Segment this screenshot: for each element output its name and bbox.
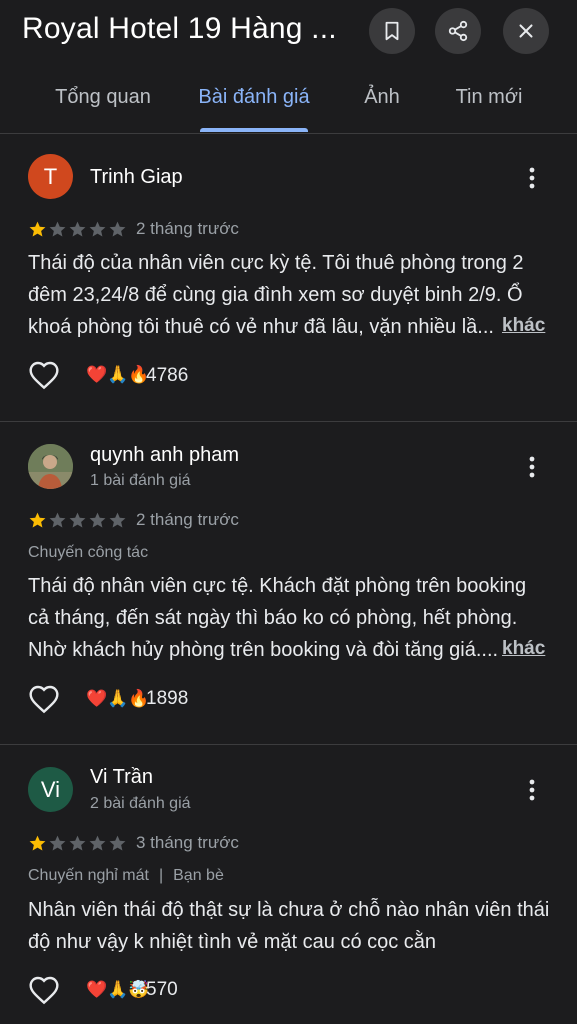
close-button[interactable] (503, 8, 549, 54)
star-empty-icon (109, 835, 126, 851)
tab-reviews[interactable]: Bài đánh giá (198, 86, 309, 109)
star-empty-icon (109, 512, 126, 528)
active-tab-indicator (200, 128, 308, 132)
trip-info: Chuyến nghỉ mát | Bạn bè (28, 867, 224, 885)
share-icon (448, 20, 468, 42)
bookmark-icon (385, 21, 399, 41)
reaction-count: 1898 (146, 688, 189, 709)
avatar[interactable] (28, 444, 73, 489)
star-empty-icon (69, 835, 86, 851)
reaction-emojis[interactable]: ❤️🙏🔥 (86, 689, 150, 709)
review-text-line: khoá phòng tôi thuê có vẻ như đã lâu, vặ… (28, 316, 494, 338)
star-filled-icon (29, 221, 46, 237)
trip-type: Chuyến nghỉ mát (28, 867, 149, 884)
more-link[interactable]: khác (502, 315, 545, 337)
separator: | (158, 867, 164, 884)
like-button[interactable] (28, 360, 60, 390)
like-button[interactable] (28, 975, 60, 1005)
star-empty-icon (49, 835, 66, 851)
star-empty-icon (69, 512, 86, 528)
star-empty-icon (109, 221, 126, 237)
star-empty-icon (89, 512, 106, 528)
star-rating (28, 511, 127, 531)
reviewer-name[interactable]: quynh anh pham (90, 444, 239, 467)
heart-icon (29, 976, 59, 1005)
close-icon (519, 24, 533, 38)
more-options-button[interactable] (520, 452, 544, 482)
share-button[interactable] (435, 8, 481, 54)
reviewer-review-count: 2 bài đánh giá (90, 795, 191, 812)
tab-photos[interactable]: Ảnh (364, 86, 400, 109)
save-button[interactable] (369, 8, 415, 54)
like-button[interactable] (28, 684, 60, 714)
tab-bar: Tổng quan Bài đánh giá Ảnh Tin mới (0, 64, 577, 134)
review-text-line: cả tháng, đến sát ngày thì báo ko có phò… (28, 607, 518, 629)
more-vert-icon (529, 167, 535, 189)
review-card: T Trinh Giap 2 tháng trước Thái độ của n… (0, 135, 577, 421)
page-title: Royal Hotel 19 Hàng ... (22, 12, 337, 45)
star-rating (28, 834, 127, 854)
avatar[interactable]: Vi (28, 767, 73, 812)
review-card: Vi Vi Trần 2 bài đánh giá 3 tháng trước … (0, 745, 577, 1024)
review-card: quynh anh pham 1 bài đánh giá 2 tháng tr… (0, 422, 577, 744)
star-empty-icon (89, 835, 106, 851)
review-text-line: đêm 23,24/8 để cùng gia đình xem sơ duyệ… (28, 284, 523, 306)
top-bar: Royal Hotel 19 Hàng ... (0, 0, 577, 64)
star-empty-icon (69, 221, 86, 237)
review-text-line: Nhờ khách hủy phòng trên booking và đòi … (28, 639, 499, 661)
reviewer-review-count: 1 bài đánh giá (90, 472, 191, 489)
review-time: 2 tháng trước (136, 219, 239, 238)
review-text-line: Thái độ của nhân viên cực kỳ tệ. Tôi thu… (28, 252, 524, 274)
star-empty-icon (49, 512, 66, 528)
review-text-line: Thái độ nhân viên cực tệ. Khách đặt phòn… (28, 575, 527, 597)
review-text: Nhân viên thái độ thật sự là chưa ở chỗ … (28, 894, 553, 958)
travel-companion: Bạn bè (173, 867, 224, 884)
reviewer-name[interactable]: Trinh Giap (90, 166, 183, 189)
trip-type: Chuyến công tác (28, 544, 149, 561)
star-filled-icon (29, 512, 46, 528)
review-time: 2 tháng trước (136, 510, 239, 529)
review-time: 3 tháng trước (136, 833, 239, 852)
star-filled-icon (29, 835, 46, 851)
reaction-emojis[interactable]: ❤️🙏🤯 (86, 980, 150, 1000)
more-options-button[interactable] (520, 775, 544, 805)
avatar[interactable]: T (28, 154, 73, 199)
star-empty-icon (49, 221, 66, 237)
reaction-count: 570 (146, 979, 178, 1000)
more-vert-icon (529, 779, 535, 801)
star-rating (28, 220, 127, 240)
profile-photo-icon (28, 444, 73, 489)
reviewer-name[interactable]: Vi Trần (90, 766, 153, 789)
star-empty-icon (89, 221, 106, 237)
review-text: Thái độ nhân viên cực tệ. Khách đặt phòn… (28, 570, 553, 666)
more-link[interactable]: khác (502, 638, 545, 660)
review-text-line: Nhân viên thái độ thật sự là chưa ở chỗ … (28, 899, 550, 921)
tab-overview[interactable]: Tổng quan (55, 86, 151, 109)
reaction-emojis[interactable]: ❤️🙏🔥 (86, 365, 150, 385)
heart-icon (29, 361, 59, 390)
tab-updates[interactable]: Tin mới (456, 86, 523, 109)
reaction-count: 4786 (146, 365, 189, 386)
more-options-button[interactable] (520, 163, 544, 193)
heart-icon (29, 685, 59, 714)
more-vert-icon (529, 456, 535, 478)
review-text: Thái độ của nhân viên cực kỳ tệ. Tôi thu… (28, 247, 553, 343)
review-text-line: độ như vậy k nhiệt tình vẻ mặt cau có cọ… (28, 931, 437, 953)
